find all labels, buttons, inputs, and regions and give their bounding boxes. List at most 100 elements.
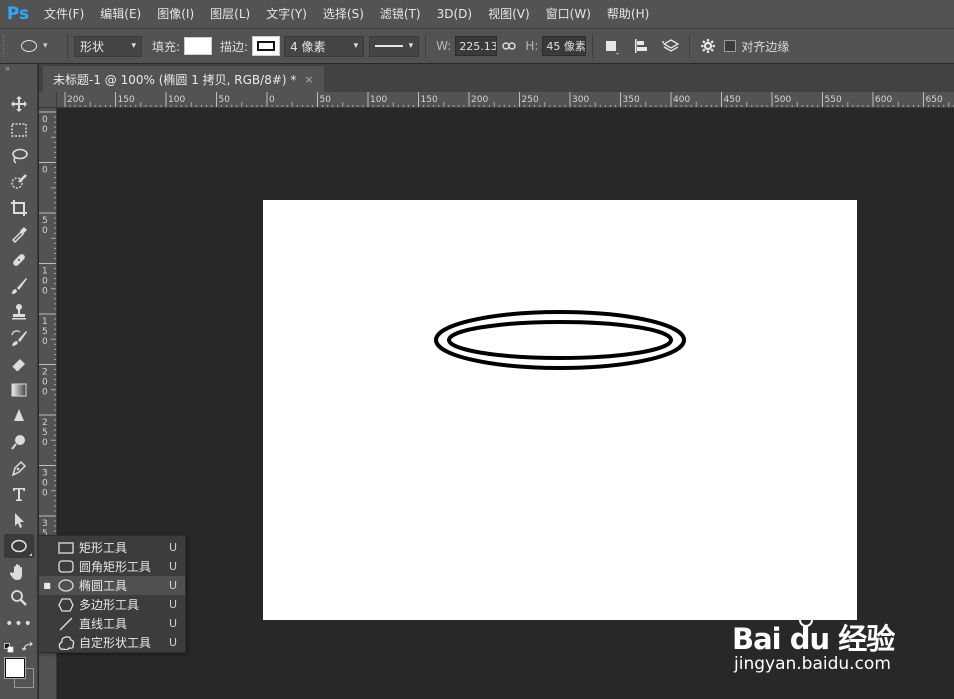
stroke-preview [257, 41, 276, 51]
horizontal-ruler[interactable]: 200 150 100 50 0 50 100 150 200 250 300 350 400 450 50… [57, 92, 954, 108]
healing-brush-tool[interactable] [4, 248, 34, 272]
ruler-origin[interactable] [39, 92, 57, 108]
fill-swatch[interactable] [184, 37, 213, 55]
hand-tool[interactable] [4, 560, 34, 584]
flyout-item-polygon-tool[interactable]: 多边形工具 U [39, 595, 185, 614]
menu-image[interactable]: 图像(I) [149, 0, 202, 28]
options-grip[interactable] [3, 35, 13, 57]
flyout-item-custom-shape-tool[interactable]: 自定形状工具 U [39, 633, 185, 652]
stroke-swatch[interactable] [252, 36, 281, 56]
link-icon[interactable] [497, 34, 521, 58]
crop-icon [11, 200, 27, 216]
stroke-width-field[interactable]: 4 像素 ▾ [284, 35, 365, 57]
ruler-label: 250 [522, 95, 539, 105]
flyout-item-line-tool[interactable]: 直线工具 U [39, 614, 185, 633]
mode-select[interactable]: 形状 ▾ [74, 35, 142, 57]
blur-tool[interactable] [4, 404, 34, 428]
flyout-item-label: 矩形工具 [79, 541, 128, 555]
tool-preset-picker[interactable]: ▾ [21, 34, 61, 58]
path-arrangement-icon[interactable] [659, 34, 683, 58]
menu-view[interactable]: 视图(V) [480, 0, 538, 28]
flyout-item-rounded-rectangle-tool[interactable]: 圆角矩形工具 U [39, 557, 185, 576]
ruler-label: 650 [926, 95, 943, 105]
menu-file[interactable]: 文件(F) [36, 0, 92, 28]
gradient-tool[interactable] [4, 378, 34, 402]
document-tab[interactable]: 未标题-1 @ 100% (椭圆 1 拷贝, RGB/8#) * × [43, 66, 324, 92]
dodge-tool[interactable] [4, 430, 34, 454]
chevron-down-icon: ▾ [408, 41, 414, 51]
path-operations-icon[interactable] [599, 34, 623, 58]
ruler-label: 5 [42, 216, 48, 226]
align-edges-checkbox[interactable] [724, 40, 737, 52]
flyout-item-shortcut: U [169, 579, 178, 592]
history-brush-tool[interactable] [4, 326, 34, 350]
gear-icon[interactable] [696, 34, 720, 58]
zoom-tool[interactable] [4, 586, 34, 610]
menu-layer[interactable]: 图层(L) [202, 0, 258, 28]
watermark-brand: Bai du 经验 [732, 622, 895, 656]
ruler-label: 200 [471, 95, 488, 105]
ellipse-tool[interactable] [4, 534, 34, 558]
height-label: H: [525, 39, 539, 53]
menu-help[interactable]: 帮助(H) [599, 0, 657, 28]
ruler-label: 5 [42, 327, 48, 337]
eraser-tool[interactable] [4, 352, 34, 376]
ruler-label: 1 [42, 317, 48, 327]
path-selection-tool[interactable] [4, 508, 34, 532]
marquee-tool[interactable] [4, 118, 34, 142]
menu-select[interactable]: 选择(S) [315, 0, 372, 28]
pen-tool[interactable] [4, 456, 34, 480]
edit-toolbar-button[interactable]: ••• [4, 612, 34, 636]
ruler-label: 2 [42, 418, 48, 428]
document-canvas[interactable] [263, 200, 857, 620]
ruler-label: 100 [168, 95, 185, 105]
menu-bar: Ps 文件(F) 编辑(E) 图像(I) 图层(L) 文字(Y) 选择(S) 滤… [0, 0, 954, 28]
ruler-label: 0 [42, 277, 48, 287]
stamp-icon [12, 304, 26, 320]
quick-selection-tool[interactable] [4, 170, 34, 194]
flyout-item-ellipse-tool[interactable]: ■ 椭圆工具 U [39, 576, 185, 595]
horizontal-ruler-ticks: 200 150 100 50 0 50 100 150 200 250 300 350 400 450 50… [64, 92, 954, 107]
flyout-item-shortcut: U [169, 617, 178, 630]
history-brush-icon [11, 330, 27, 346]
menu-type[interactable]: 文字(Y) [258, 0, 315, 28]
polygon-icon [55, 595, 77, 614]
collapse-panel-icon[interactable]: » [0, 64, 37, 76]
brush-tool[interactable] [4, 274, 34, 298]
width-label: W: [436, 39, 452, 53]
flyout-item-rectangle-tool[interactable]: 矩形工具 U [39, 538, 185, 557]
ruler-label: 200 [67, 95, 84, 105]
path-alignment-icon[interactable] [629, 34, 653, 58]
crop-tool[interactable] [4, 196, 34, 220]
close-icon[interactable]: × [304, 73, 313, 86]
canvas-artwork [434, 310, 686, 370]
foreground-color-swatch[interactable] [4, 657, 26, 679]
ruler-label: 0 [42, 378, 48, 388]
default-colors-icon[interactable] [4, 642, 14, 653]
tools-panel: » ••• [0, 64, 38, 699]
flyout-item-label: 椭圆工具 [79, 579, 128, 593]
menu-3d[interactable]: 3D(D) [429, 0, 480, 28]
width-field[interactable]: 225.13 像 [455, 36, 498, 56]
inner-ellipse-shape[interactable] [447, 320, 673, 360]
ruler-label: 5 [42, 428, 48, 438]
height-field[interactable]: 45 像素 [542, 36, 587, 56]
menu-filter[interactable]: 滤镜(T) [372, 0, 429, 28]
move-tool[interactable] [4, 92, 34, 116]
clone-stamp-tool[interactable] [4, 300, 34, 324]
ruler-label: 0 [42, 438, 48, 448]
hand-icon [10, 564, 22, 580]
align-edges-label: 对齐边缘 [741, 39, 790, 54]
menu-window[interactable]: 窗口(W) [538, 0, 599, 28]
swap-colors-icon[interactable] [21, 641, 34, 651]
stroke-type-select[interactable]: ▾ [369, 35, 420, 57]
eraser-icon [11, 359, 25, 372]
separator [689, 34, 691, 58]
lasso-tool[interactable] [4, 144, 34, 168]
eyedropper-tool[interactable] [4, 222, 34, 246]
chevron-down-icon: ▾ [131, 41, 136, 51]
ruler-label: 600 [875, 95, 892, 105]
type-tool[interactable] [4, 482, 34, 506]
menu-edit[interactable]: 编辑(E) [92, 0, 149, 28]
mode-value: 形状 [80, 39, 105, 54]
